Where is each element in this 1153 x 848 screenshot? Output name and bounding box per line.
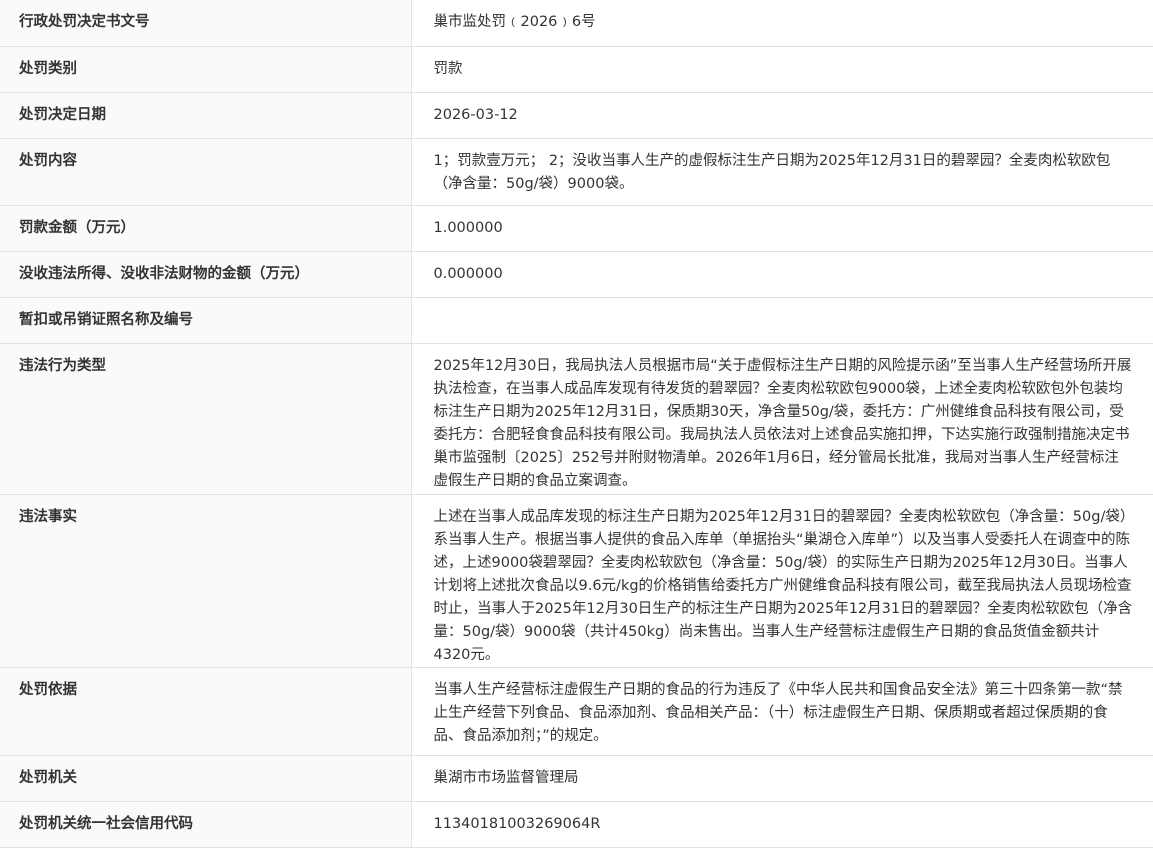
- table-row: 暂扣或吊销证照名称及编号: [0, 297, 1153, 344]
- row-value: 1；罚款壹万元； 2；没收当事人生产的虚假标注生产日期为2025年12月31日的…: [411, 138, 1153, 206]
- row-value: [411, 297, 1153, 344]
- table-row: 违法行为类型 2025年12月30日，我局执法人员根据市局“关于虚假标注生产日期的…: [0, 343, 1153, 495]
- table-row: 处罚内容 1；罚款壹万元； 2；没收当事人生产的虚假标注生产日期为2025年12月…: [0, 138, 1153, 206]
- row-value: 0.000000: [411, 251, 1153, 298]
- row-label: 暂扣或吊销证照名称及编号: [0, 297, 412, 344]
- table-row: 处罚类别 罚款: [0, 46, 1153, 93]
- table-row: 处罚依据 当事人生产经营标注虚假生产日期的食品的行为违反了《中华人民共和国食品安全…: [0, 667, 1153, 756]
- table-row: 处罚机关 巢湖市市场监督管理局: [0, 755, 1153, 802]
- row-value: 罚款: [411, 46, 1153, 93]
- row-label: 处罚机关: [0, 755, 412, 802]
- row-label: 处罚类别: [0, 46, 412, 93]
- row-value: 11340181003269064R: [411, 801, 1153, 848]
- row-label: 没收违法所得、没收非法财物的金额（万元）: [0, 251, 412, 298]
- row-label: 处罚决定日期: [0, 92, 412, 139]
- table-row: 行政处罚决定书文号 巢市监处罚﹙2026﹚6号: [0, 0, 1153, 47]
- row-value: 上述在当事人成品库发现的标注生产日期为2025年12月31日的碧翠园？全麦肉松软…: [411, 494, 1153, 668]
- row-value: 1.000000: [411, 205, 1153, 252]
- row-label: 行政处罚决定书文号: [0, 0, 412, 47]
- row-label: 处罚机关统一社会信用代码: [0, 801, 412, 848]
- table-row: 违法事实 上述在当事人成品库发现的标注生产日期为2025年12月31日的碧翠园？全…: [0, 494, 1153, 668]
- row-value: 2026-03-12: [411, 92, 1153, 139]
- table-row: 罚款金额（万元） 1.000000: [0, 205, 1153, 252]
- row-value: 2025年12月30日，我局执法人员根据市局“关于虚假标注生产日期的风险提示函”…: [411, 343, 1153, 495]
- table-row: 处罚决定日期 2026-03-12: [0, 92, 1153, 139]
- table-row: 没收违法所得、没收非法财物的金额（万元） 0.000000: [0, 251, 1153, 298]
- row-value: 巢市监处罚﹙2026﹚6号: [411, 0, 1153, 47]
- row-label: 罚款金额（万元）: [0, 205, 412, 252]
- row-value: 巢湖市市场监督管理局: [411, 755, 1153, 802]
- table-row: 处罚机关统一社会信用代码 11340181003269064R: [0, 801, 1153, 848]
- row-label: 处罚依据: [0, 667, 412, 756]
- row-label: 处罚内容: [0, 138, 412, 206]
- row-label: 违法事实: [0, 494, 412, 668]
- row-value: 当事人生产经营标注虚假生产日期的食品的行为违反了《中华人民共和国食品安全法》第三…: [411, 667, 1153, 756]
- penalty-details-table: 行政处罚决定书文号 巢市监处罚﹙2026﹚6号 处罚类别 罚款 处罚决定日期 2026…: [0, 0, 1153, 848]
- row-label: 违法行为类型: [0, 343, 412, 495]
